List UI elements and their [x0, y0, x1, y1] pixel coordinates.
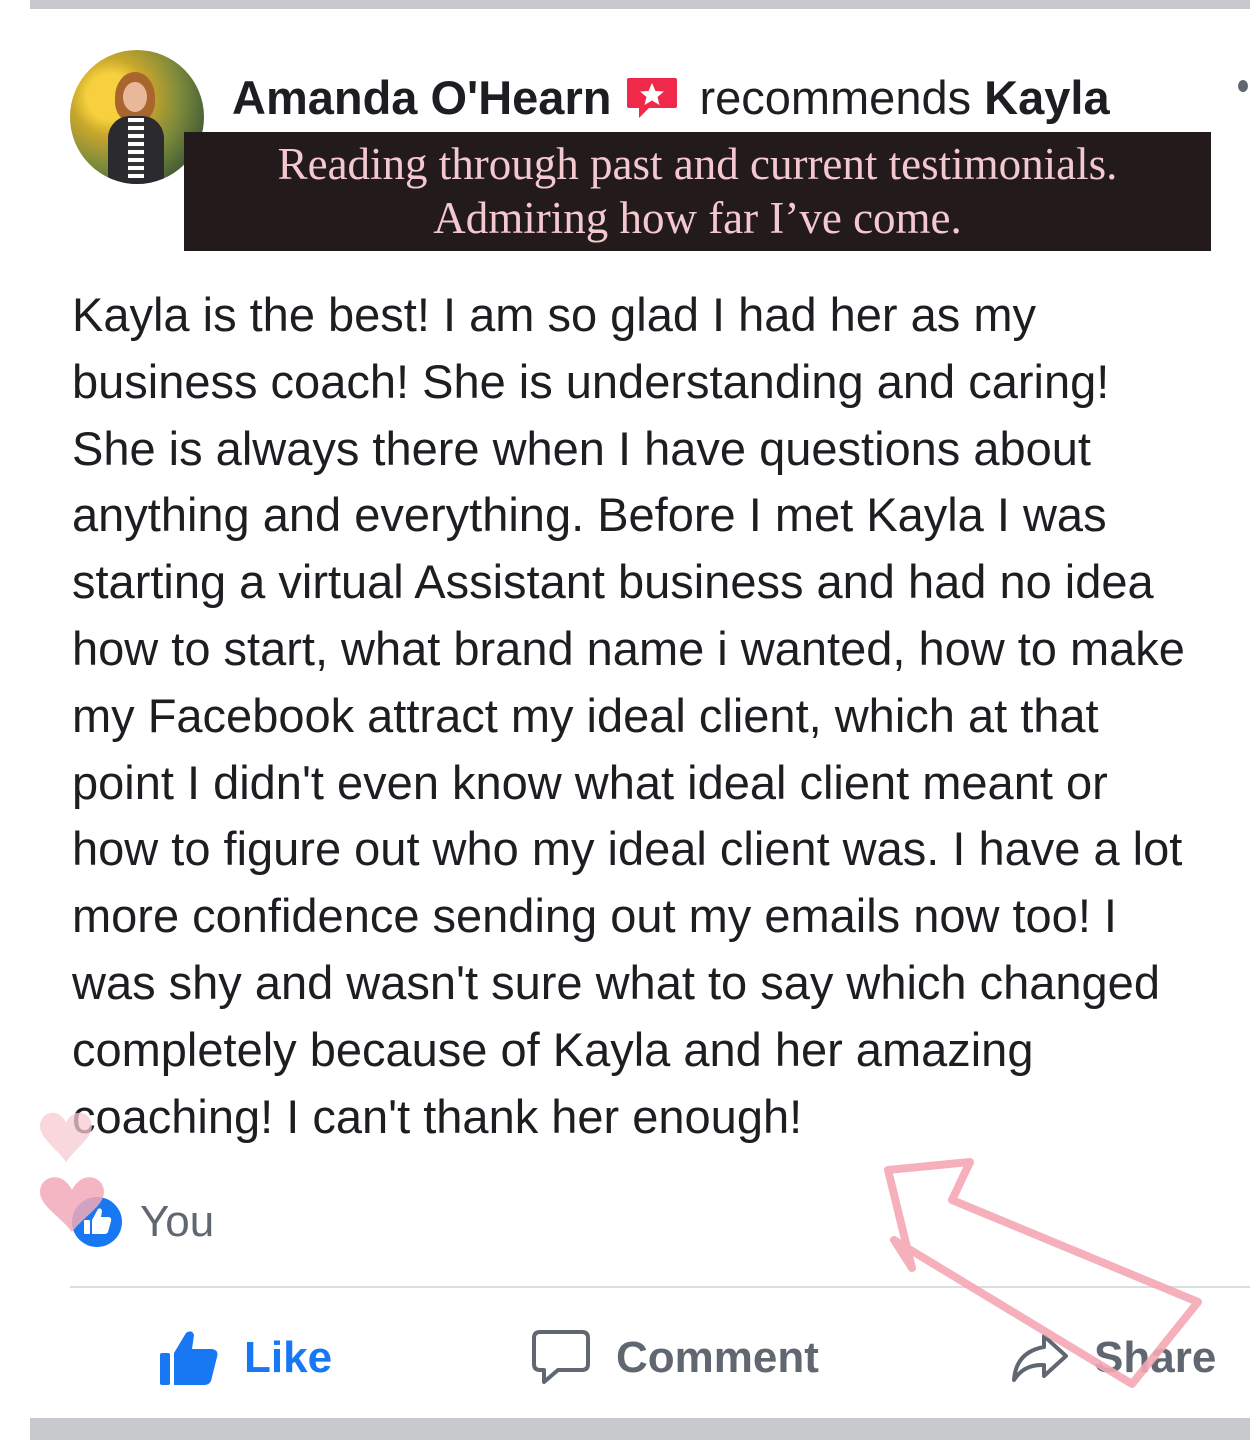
post-body-line: point I didn't even know what ideal clie… [72, 755, 1108, 809]
top-divider-bar [30, 0, 1250, 9]
comment-label: Comment [616, 1333, 819, 1382]
avatar-shirt [128, 118, 144, 178]
post-body-line: how to start, what brand name i wanted, … [72, 621, 1185, 675]
post-body-line: coaching! I can't thank her enough! [72, 1089, 803, 1143]
actions-divider [70, 1286, 1250, 1288]
post-body-line: She is always there when I have question… [72, 421, 1091, 475]
post-body-line: starting a virtual Assistant business an… [72, 555, 1154, 609]
reactions-label: You [140, 1197, 215, 1246]
author-name[interactable]: Amanda O'Hearn [232, 71, 611, 124]
post-body-line: Kayla is the best! I am so glad I had he… [72, 288, 1036, 341]
post-body-line: was shy and wasn't sure what to say whic… [72, 955, 1160, 1009]
share-button[interactable]: Share [1010, 1318, 1216, 1398]
post-body-line: completely because of Kayla and her amaz… [72, 1022, 1034, 1076]
thumbs-up-icon [160, 1331, 218, 1385]
post-header: Amanda O'Hearn recommends Kayla [232, 68, 1110, 128]
avatar-face [123, 82, 147, 112]
post-body-line: my Facebook attract my ideal client, whi… [72, 688, 1099, 742]
post-body: Kayla is the best! I am so glad I had he… [72, 282, 1250, 1150]
comment-bubble-icon [532, 1330, 590, 1384]
caption-overlay: Reading through past and current testimo… [184, 132, 1211, 251]
caption-line-1: Reading through past and current testimo… [277, 139, 1118, 189]
post-body-line: business coach! She is understanding and… [72, 354, 1110, 408]
recommends-text: recommends [699, 71, 972, 124]
share-label: Share [1094, 1333, 1217, 1382]
post-body-line: how to figure out who my ideal client wa… [72, 822, 1183, 876]
like-button[interactable]: Like [158, 1318, 332, 1398]
post-body-line: anything and everything. Before I met Ka… [72, 488, 1107, 542]
share-arrow-icon [1012, 1334, 1068, 1382]
more-options-icon[interactable] [1238, 80, 1248, 92]
caption-line-2: Admiring how far I’ve come. [433, 193, 962, 243]
recommended-page-name[interactable]: Kayla [984, 71, 1109, 124]
like-label: Like [244, 1333, 333, 1382]
comment-button[interactable]: Comment [530, 1318, 819, 1398]
recommendation-star-icon [625, 74, 679, 118]
post-body-line: more confidence sending out my emails no… [72, 889, 1117, 943]
reactions-summary[interactable]: You [70, 1192, 214, 1252]
bottom-divider-bar [30, 1418, 1250, 1440]
like-reaction-icon [72, 1197, 122, 1247]
